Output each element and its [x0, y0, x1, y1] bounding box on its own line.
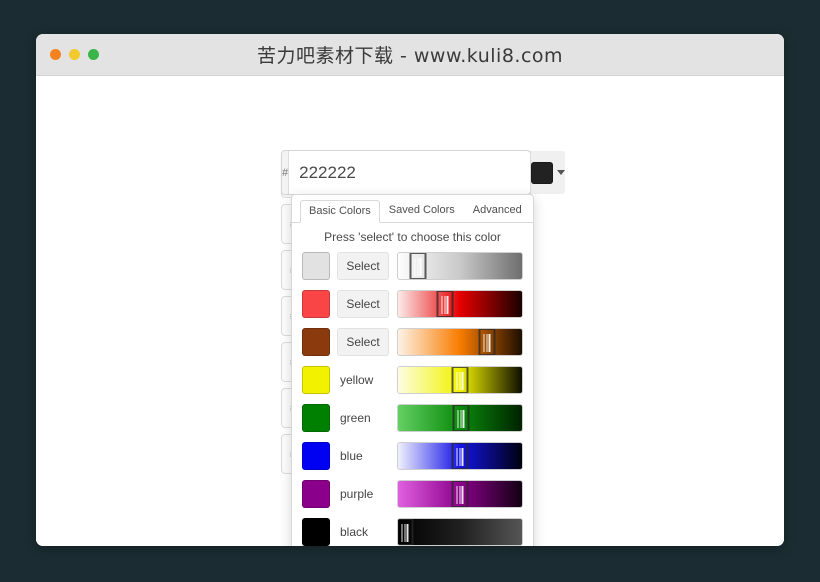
- window-titlebar: 苦力吧素材下载 - www.kuli8.com: [36, 34, 784, 76]
- picker-tabs: Basic Colors Saved Colors Advanced: [292, 195, 533, 223]
- brightness-slider-blue[interactable]: [397, 441, 523, 470]
- window-title: 苦力吧素材下载 - www.kuli8.com: [256, 45, 564, 67]
- slider-thumb-blue[interactable]: [451, 442, 469, 469]
- color-label-purple: purple: [340, 486, 374, 501]
- brightness-slider-purple[interactable]: [397, 479, 523, 508]
- tab-advanced[interactable]: Advanced: [464, 199, 531, 222]
- brightness-slider-red[interactable]: [397, 289, 523, 318]
- color-label-blue: blue: [340, 448, 363, 463]
- close-window-button[interactable]: [50, 49, 61, 60]
- page-body: ####### # Basic ColorsSaved ColorsAdvanc…: [36, 76, 784, 546]
- slider-grip-icon: [414, 257, 422, 276]
- select-button-gray[interactable]: Select: [337, 251, 389, 280]
- current-color-chip: [531, 161, 554, 184]
- brightness-slider-black[interactable]: [397, 517, 523, 546]
- color-label-green: green: [340, 410, 371, 425]
- color-row-purple: purple: [302, 477, 523, 510]
- slider-grip-icon: [456, 371, 464, 390]
- color-row-blue: blue: [302, 439, 523, 472]
- slider-thumb-black[interactable]: [398, 518, 414, 545]
- slider-grip-icon: [483, 333, 491, 352]
- tab-basic-colors[interactable]: Basic Colors: [300, 200, 380, 223]
- color-swatch-orange[interactable]: [302, 327, 330, 356]
- slider-thumb-yellow[interactable]: [451, 366, 469, 393]
- slider-thumb-gray[interactable]: [409, 252, 427, 279]
- tab-saved-colors[interactable]: Saved Colors: [380, 199, 464, 222]
- chevron-down-icon: [557, 170, 566, 175]
- hex-color-input[interactable]: [289, 151, 531, 194]
- traffic-lights: [50, 34, 99, 75]
- color-row-gray: Select: [302, 249, 523, 282]
- color-swatch-yellow[interactable]: [302, 365, 330, 394]
- brightness-slider-gray[interactable]: [397, 251, 523, 280]
- minimize-window-button[interactable]: [69, 49, 80, 60]
- color-swatch-blue[interactable]: [302, 441, 330, 470]
- slider-thumb-green[interactable]: [452, 404, 470, 431]
- color-row-red: Select: [302, 287, 523, 320]
- slider-grip-icon: [457, 409, 465, 428]
- color-picker-popup: Basic Colors Saved Colors Advanced Press '…: [291, 194, 534, 546]
- brightness-slider-orange[interactable]: [397, 327, 523, 356]
- select-button-orange[interactable]: Select: [337, 327, 389, 356]
- color-input-group: #: [281, 150, 566, 195]
- color-swatch-gray[interactable]: [302, 251, 330, 280]
- color-row-orange: Select: [302, 325, 523, 358]
- color-swatch-dropdown-button[interactable]: [530, 151, 566, 194]
- color-label-yellow: yellow: [340, 372, 374, 387]
- select-button-red[interactable]: Select: [337, 289, 389, 318]
- slider-grip-icon: [401, 523, 409, 542]
- color-row-yellow: yellow: [302, 363, 523, 396]
- browser-window: 苦力吧素材下载 - www.kuli8.com ####### # Basic …: [36, 34, 784, 546]
- basic-colors-list: Select Select Select yellow green blue purple b…: [292, 249, 533, 546]
- brightness-slider-green[interactable]: [397, 403, 523, 432]
- slider-thumb-orange[interactable]: [478, 328, 496, 355]
- color-swatch-purple[interactable]: [302, 479, 330, 508]
- slider-grip-icon: [441, 295, 449, 314]
- slider-thumb-red[interactable]: [436, 290, 454, 317]
- hash-prefix-addon: #: [282, 151, 290, 194]
- color-swatch-black[interactable]: [302, 517, 330, 546]
- color-label-black: black: [340, 524, 369, 539]
- color-row-black: black: [302, 515, 523, 546]
- slider-thumb-purple[interactable]: [451, 480, 469, 507]
- brightness-slider-yellow[interactable]: [397, 365, 523, 394]
- picker-hint-text: Press 'select' to choose this color: [324, 230, 501, 244]
- color-row-green: green: [302, 401, 523, 434]
- zoom-window-button[interactable]: [88, 49, 99, 60]
- slider-grip-icon: [456, 447, 464, 466]
- color-swatch-red[interactable]: [302, 289, 330, 318]
- slider-grip-icon: [456, 485, 464, 504]
- color-swatch-green[interactable]: [302, 403, 330, 432]
